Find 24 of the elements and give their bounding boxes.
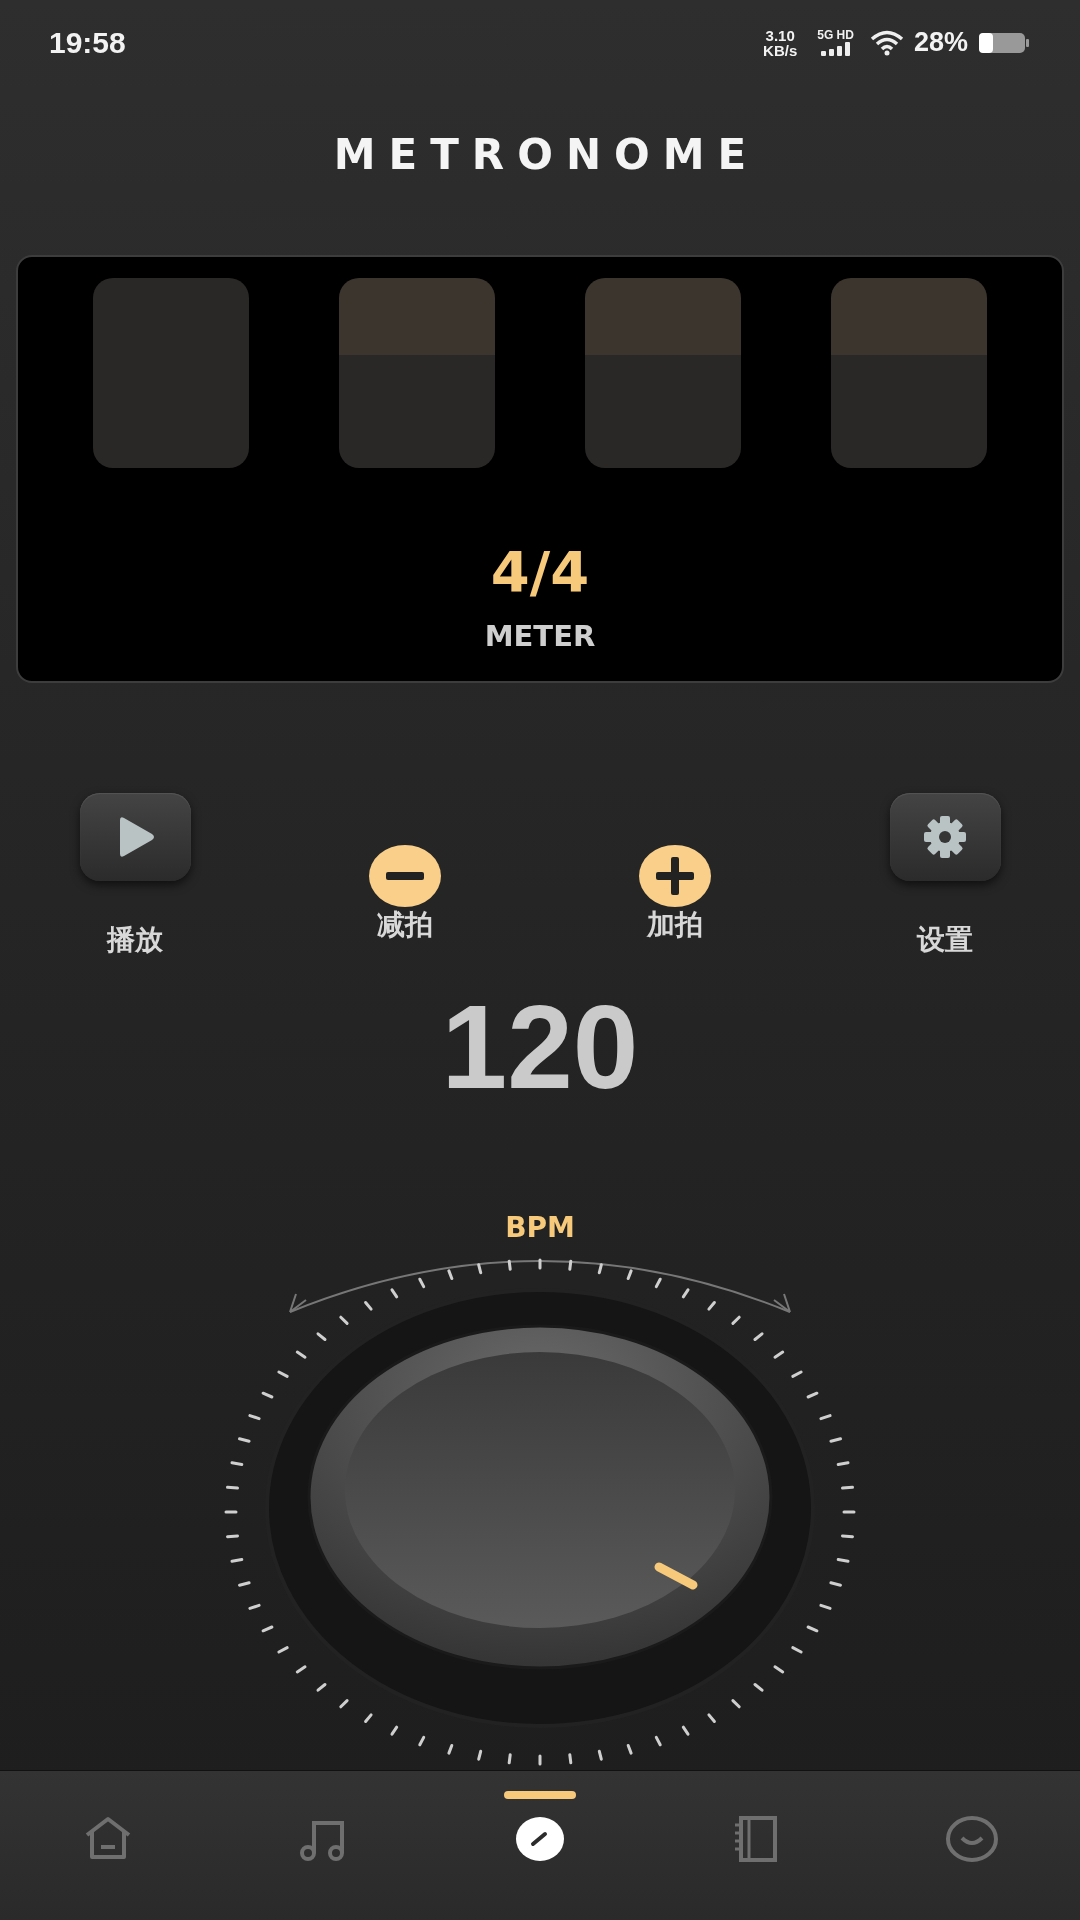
meter-value: 4/4 (490, 540, 590, 604)
bpm-label: BPM (505, 1210, 575, 1246)
battery-percent: 28% (913, 27, 968, 58)
settings-button[interactable] (889, 793, 1001, 881)
tempo-value: 120 (441, 982, 639, 1112)
wifi-icon (869, 29, 904, 56)
battery-icon (978, 30, 1030, 55)
control-label: 播放 (107, 922, 163, 958)
settings-icon (923, 815, 967, 859)
clock-time: 19:58 (49, 25, 127, 60)
active-indicator (504, 1791, 576, 1799)
smiley-icon (945, 1813, 999, 1865)
speed-unit: KB/s (763, 42, 798, 58)
network-speed: 3.10 (765, 27, 795, 43)
control-label: 设置 (917, 922, 973, 958)
minus-icon (386, 872, 424, 880)
network-type: 5G HD (817, 29, 854, 42)
control-label: 加拍 (647, 907, 703, 943)
control-label: 减拍 (377, 907, 433, 943)
plus-icon (656, 857, 694, 895)
meter-label: METER (484, 618, 596, 654)
signal-icon (820, 42, 851, 56)
play-button[interactable] (79, 793, 191, 881)
app-title: METRONOME (333, 130, 760, 179)
